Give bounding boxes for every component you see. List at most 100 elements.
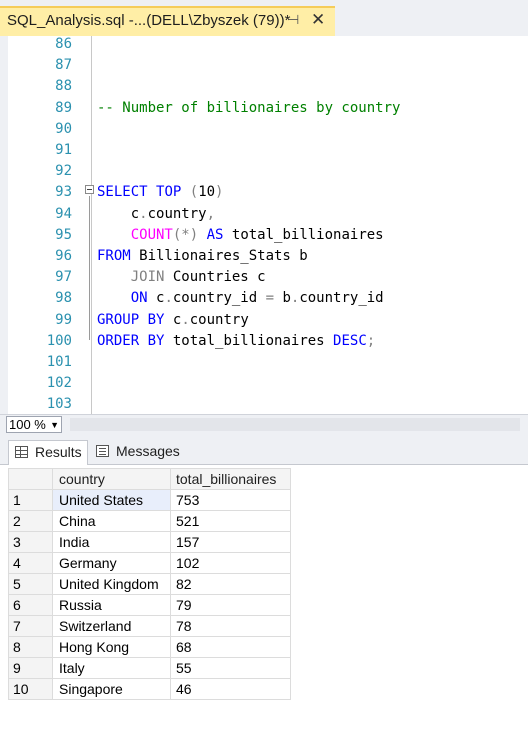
- table-row[interactable]: 3 India 157: [8, 531, 291, 553]
- country-cell[interactable]: United States: [52, 489, 171, 511]
- table-row[interactable]: 4 Germany 102: [8, 552, 291, 574]
- code-line: FROM Billionaires_Stats b: [97, 248, 308, 264]
- query-editor[interactable]: 86 87 88 89 90 91 92 93 94 95 96 97 98 99 100 101 102 103…: [0, 36, 528, 414]
- results-grid[interactable]: country total_billionaires 1 United State…: [8, 468, 291, 700]
- code-token: COUNT: [130, 226, 173, 243]
- line-number: 87: [55, 57, 72, 74]
- total-billionaires-cell[interactable]: 753: [170, 489, 291, 511]
- pin-icon[interactable]: ⊣: [288, 12, 299, 28]
- code-token: total_billionaires: [164, 332, 334, 349]
- code-line: COUNT(*) AS total_billionaires: [97, 227, 384, 243]
- code-token: c: [97, 205, 140, 222]
- query-tab-title: SQL_Analysis.sql -...(DELL\Zbyszek (79))…: [7, 12, 291, 29]
- total-billionaires-cell[interactable]: 82: [170, 573, 291, 595]
- code-token: SELECT: [97, 184, 148, 201]
- table-row[interactable]: 2 China 521: [8, 510, 291, 532]
- code-token: -- Number of billionaires by country: [97, 99, 401, 116]
- code-token: (*): [172, 226, 199, 243]
- row-number-cell[interactable]: 2: [8, 510, 53, 532]
- line-number: 90: [55, 120, 72, 137]
- code-token: ORDER: [97, 332, 140, 349]
- total-billionaires-cell[interactable]: 78: [170, 615, 291, 637]
- results-tab-bar: Results Messages: [0, 435, 528, 465]
- code-token: ;: [366, 332, 376, 349]
- country-cell[interactable]: United Kingdom: [52, 573, 171, 595]
- code-line: SELECT TOP (10): [97, 184, 223, 200]
- total-billionaires-cell[interactable]: 102: [170, 552, 291, 574]
- total-billionaires-cell[interactable]: 157: [170, 531, 291, 553]
- row-number-cell[interactable]: 4: [8, 552, 53, 574]
- line-number: 101: [46, 354, 72, 370]
- table-row[interactable]: 1 United States 753: [8, 489, 291, 511]
- column-header-country[interactable]: country: [52, 468, 171, 490]
- row-number-cell[interactable]: 8: [8, 636, 53, 658]
- code-token: (: [189, 184, 199, 201]
- code-line: ON c.country_id = b.country_id: [97, 290, 384, 306]
- country-cell[interactable]: Switzerland: [52, 615, 171, 637]
- line-number: 96: [55, 248, 72, 264]
- country-cell[interactable]: Germany: [52, 552, 171, 574]
- horizontal-scrollbar[interactable]: [70, 418, 520, 431]
- tab-messages[interactable]: Messages: [90, 440, 182, 465]
- row-number-header[interactable]: [8, 468, 53, 490]
- code-token: country: [189, 311, 249, 328]
- total-billionaires-cell[interactable]: 68: [170, 636, 291, 658]
- zoom-value: 100 %: [9, 417, 46, 432]
- country-cell[interactable]: Italy: [52, 657, 171, 679]
- code-token: country_id: [299, 290, 384, 307]
- total-billionaires-cell[interactable]: 46: [170, 678, 291, 700]
- code-token: Countries c: [164, 269, 266, 286]
- table-row[interactable]: 9 Italy 55: [8, 657, 291, 679]
- row-number-cell[interactable]: 3: [8, 531, 53, 553]
- row-number-cell[interactable]: 7: [8, 615, 53, 637]
- code-token: .: [139, 205, 148, 222]
- tab-results[interactable]: Results: [8, 440, 88, 465]
- zoom-select[interactable]: 100 % ▼: [6, 416, 62, 433]
- editor-status-bar: 100 % ▼: [0, 414, 528, 435]
- row-number-cell[interactable]: 9: [8, 657, 53, 679]
- code-token: country_id: [172, 290, 266, 307]
- row-number-cell[interactable]: 1: [8, 489, 53, 511]
- country-cell[interactable]: India: [52, 531, 171, 553]
- line-number: 86: [55, 36, 72, 52]
- collapse-region-icon[interactable]: [85, 185, 94, 194]
- line-number: 95: [55, 226, 72, 243]
- code-token: .: [164, 290, 173, 307]
- country-cell[interactable]: Hong Kong: [52, 636, 171, 658]
- total-billionaires-cell[interactable]: 521: [170, 510, 291, 532]
- table-row[interactable]: 7 Switzerland 78: [8, 615, 291, 637]
- row-number-cell[interactable]: 6: [8, 594, 53, 616]
- code-token: .: [181, 311, 190, 328]
- total-billionaires-cell[interactable]: 55: [170, 657, 291, 679]
- country-cell[interactable]: China: [52, 510, 171, 532]
- line-number: 93: [55, 184, 72, 201]
- code-token: BY: [147, 332, 165, 349]
- country-cell[interactable]: Russia: [52, 594, 171, 616]
- tab-messages-label: Messages: [116, 443, 180, 459]
- line-number: 94: [55, 205, 72, 222]
- grid-icon: [15, 446, 28, 458]
- line-number: 91: [55, 142, 72, 158]
- line-number: 102: [46, 375, 72, 392]
- code-token: GROUP: [97, 311, 140, 328]
- code-token: BY: [147, 311, 165, 328]
- table-row[interactable]: 6 Russia 79: [8, 594, 291, 616]
- row-number-cell[interactable]: 10: [8, 678, 53, 700]
- close-icon[interactable]: ✕: [311, 10, 325, 30]
- table-row[interactable]: 10 Singapore 46: [8, 678, 291, 700]
- row-number-cell[interactable]: 5: [8, 573, 53, 595]
- line-number: 98: [55, 290, 72, 307]
- code-line: GROUP BY c.country: [97, 312, 249, 328]
- table-row[interactable]: 5 United Kingdom 82: [8, 573, 291, 595]
- total-billionaires-cell[interactable]: 79: [170, 594, 291, 616]
- column-header-total-billionaires[interactable]: total_billionaires: [170, 468, 291, 490]
- country-cell[interactable]: Singapore: [52, 678, 171, 700]
- query-tab[interactable]: SQL_Analysis.sql -...(DELL\Zbyszek (79))…: [0, 6, 335, 36]
- code-line: ORDER BY total_billionaires DESC;: [97, 333, 375, 349]
- table-row[interactable]: 8 Hong Kong 68: [8, 636, 291, 658]
